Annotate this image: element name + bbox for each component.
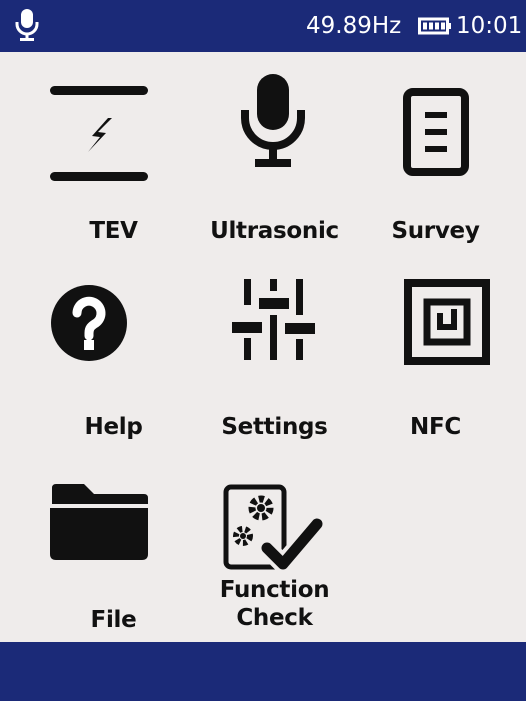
status-bar: 49.89Hz 10:01	[0, 0, 526, 52]
function-check-button[interactable]: Function Check	[187, 480, 362, 638]
bottom-bar	[0, 642, 526, 701]
tev-icon	[50, 86, 148, 181]
microphone-icon	[241, 74, 305, 167]
ultrasonic-button[interactable]: Ultrasonic	[187, 72, 362, 252]
gear-check-icon	[223, 484, 323, 574]
battery-icon	[418, 17, 451, 35]
nfc-icon	[404, 279, 490, 365]
sliders-icon	[232, 279, 315, 360]
nfc-label: NFC	[410, 414, 461, 440]
function-check-label-line2: Check	[236, 605, 313, 631]
settings-label: Settings	[221, 414, 328, 440]
help-label: Help	[84, 414, 143, 440]
ultrasonic-label: Ultrasonic	[210, 218, 339, 244]
clock: 10:01	[456, 13, 523, 39]
survey-button[interactable]: Survey	[348, 72, 523, 252]
tev-label: TEV	[89, 218, 138, 244]
microphone-icon	[15, 9, 39, 41]
tev-button[interactable]: TEV	[26, 72, 201, 252]
frequency-readout: 49.89Hz	[306, 13, 402, 39]
folder-icon	[50, 484, 148, 560]
help-button[interactable]: Help	[26, 275, 201, 445]
nfc-button[interactable]: NFC	[348, 275, 523, 445]
survey-label: Survey	[391, 218, 480, 244]
question-icon	[51, 285, 127, 361]
function-check-label-line1: Function	[219, 577, 330, 603]
file-label: File	[90, 607, 137, 633]
document-icon	[403, 88, 469, 176]
file-button[interactable]: File	[26, 468, 201, 638]
settings-button[interactable]: Settings	[187, 275, 362, 445]
